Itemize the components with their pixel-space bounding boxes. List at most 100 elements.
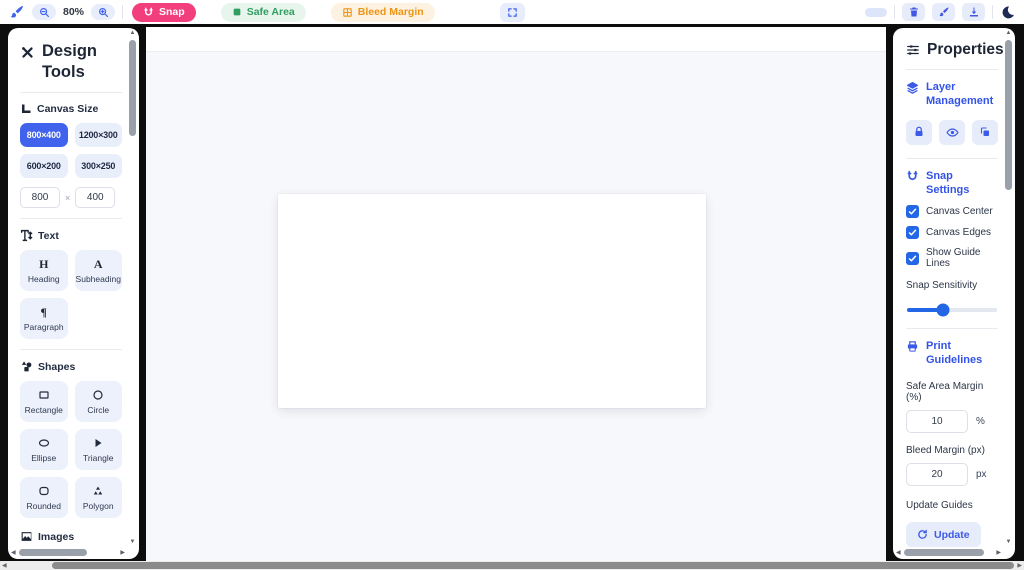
top-toolbar: 80% Snap Safe Area Bleed Margin	[0, 0, 1024, 24]
bleed-margin-label: Bleed Margin (px)	[906, 444, 985, 456]
canvas-height-input[interactable]	[75, 187, 116, 209]
bleed-margin-input[interactable]	[906, 462, 968, 486]
duplicate-button[interactable]	[972, 119, 998, 145]
checkbox-checked[interactable]	[906, 251, 919, 265]
scroll-down-arrow[interactable]: ▼	[1006, 538, 1012, 547]
square-icon	[232, 7, 242, 17]
safe-area-margin-label: Safe Area Margin (%)	[906, 380, 984, 403]
safe-area-button[interactable]: Safe Area	[220, 2, 306, 22]
brush-icon	[938, 6, 950, 18]
triangle-tool[interactable]: Triangle	[74, 429, 122, 471]
paragraph-tool[interactable]: ¶ Paragraph	[20, 298, 68, 340]
dark-mode-toggle[interactable]	[1000, 5, 1015, 20]
bleed-margin-button[interactable]: Bleed Margin	[330, 2, 435, 22]
zoom-level: 80%	[63, 6, 85, 18]
percent-unit: %	[976, 415, 985, 427]
rounded-icon	[38, 485, 50, 497]
bleed-margin-label: Bleed Margin	[357, 6, 424, 18]
panel-title: Properties	[927, 41, 1004, 58]
right-panel-horizontal-scrollbar[interactable]: ◀ ▶	[895, 547, 1002, 558]
update-guides-button[interactable]: Update	[906, 521, 981, 548]
delete-button[interactable]	[902, 3, 925, 21]
custom-size-row: ×	[20, 187, 122, 209]
scroll-right-arrow[interactable]: ▶	[995, 549, 1002, 556]
scrollbar-thumb[interactable]	[1005, 40, 1012, 190]
lock-icon	[913, 126, 925, 138]
magnet-icon	[143, 7, 154, 18]
canvas-center-checkbox-row[interactable]: Canvas Center	[906, 205, 998, 219]
canvas-area	[146, 27, 886, 561]
layers-icon	[906, 81, 919, 94]
rounded-rect-tool[interactable]: Rounded	[20, 477, 68, 519]
rectangle-tool[interactable]: Rectangle	[20, 381, 68, 423]
scroll-up-arrow[interactable]: ▲	[130, 29, 136, 38]
page-horizontal-scrollbar[interactable]: ◀ ▶	[0, 561, 1024, 570]
safe-area-label: Safe Area	[246, 6, 295, 18]
preset-300x250[interactable]: 300×250	[74, 154, 122, 179]
brush-icon	[9, 4, 25, 20]
slider-thumb[interactable]	[936, 303, 950, 317]
print-guidelines-label: Print Guidelines	[906, 339, 998, 368]
preset-800x400[interactable]: 800×400	[20, 123, 68, 148]
scrollbar-thumb[interactable]	[129, 40, 136, 136]
checkbox-checked[interactable]	[906, 226, 919, 240]
scrollbar-thumb[interactable]	[52, 562, 1014, 569]
left-panel-horizontal-scrollbar[interactable]: ◀ ▶	[10, 547, 126, 558]
magnet-icon	[906, 170, 919, 183]
design-canvas[interactable]	[278, 194, 706, 408]
circle-tool[interactable]: Circle	[74, 381, 122, 423]
scroll-left-arrow[interactable]: ◀	[2, 562, 7, 569]
scroll-down-arrow[interactable]: ▼	[130, 538, 136, 547]
fullscreen-button[interactable]	[500, 3, 525, 22]
preset-600x200[interactable]: 600×200	[20, 154, 68, 179]
toolbar-divider	[894, 5, 895, 19]
shape-tiles: Rectangle Circle Ellipse Triangle Rounde…	[20, 381, 122, 519]
heading-glyph: H	[39, 257, 49, 272]
heading-tool[interactable]: H Heading	[20, 250, 68, 292]
safe-area-margin-row: %	[906, 409, 998, 433]
download-button[interactable]	[962, 3, 985, 21]
scrollbar-thumb[interactable]	[903, 549, 984, 556]
toolbar-divider	[122, 5, 124, 19]
scroll-right-arrow[interactable]: ▶	[119, 549, 126, 556]
checkbox-checked[interactable]	[906, 205, 919, 219]
canvas-width-input[interactable]	[20, 187, 60, 209]
panel-title: Design Tools	[42, 42, 98, 81]
moon-icon	[1000, 5, 1015, 20]
ellipse-tool[interactable]: Ellipse	[20, 429, 68, 471]
scrollbar-thumb[interactable]	[18, 549, 87, 556]
mini-toggle[interactable]	[865, 7, 887, 17]
zoom-out-button[interactable]	[32, 4, 56, 20]
scroll-right-arrow[interactable]: ▶	[1017, 562, 1022, 569]
left-panel-vertical-scrollbar[interactable]: ▲ ▼	[127, 29, 138, 547]
right-panel-vertical-scrollbar[interactable]: ▲ ▼	[1003, 29, 1014, 547]
preset-1200x300[interactable]: 1200×300	[74, 123, 122, 148]
circle-icon	[92, 389, 104, 401]
refresh-icon	[917, 529, 928, 540]
safe-area-margin-input[interactable]	[906, 409, 968, 433]
canvas-size-section-label: Canvas Size	[20, 103, 122, 115]
multiply-sign: ×	[65, 192, 71, 203]
snap-sensitivity-label: Snap Sensitivity	[906, 280, 978, 292]
workspace[interactable]	[146, 51, 886, 561]
shapes-section-label: Shapes	[20, 360, 122, 373]
visibility-button[interactable]	[939, 119, 965, 145]
canvas-edges-checkbox-row[interactable]: Canvas Edges	[906, 226, 998, 240]
zoom-in-button[interactable]	[91, 4, 116, 20]
subheading-tool[interactable]: A Subheading	[74, 250, 122, 292]
bleed-margin-row: px	[906, 462, 998, 486]
panel-header: Design Tools	[20, 41, 122, 82]
scroll-left-arrow[interactable]: ◀	[895, 549, 902, 556]
snap-sensitivity-slider[interactable]	[907, 303, 997, 317]
paragraph-glyph: ¶	[40, 305, 47, 320]
lock-button[interactable]	[906, 119, 932, 145]
grid-icon	[342, 7, 353, 18]
app: 80% Snap Safe Area Bleed Margin Design T…	[0, 0, 1024, 570]
polygon-tool[interactable]: Polygon	[74, 477, 122, 519]
scroll-left-arrow[interactable]: ◀	[10, 549, 17, 556]
paint-button[interactable]	[932, 3, 955, 21]
show-guide-lines-checkbox-row[interactable]: Show Guide Lines	[906, 247, 998, 269]
scroll-up-arrow[interactable]: ▲	[1006, 29, 1012, 38]
eye-icon	[945, 126, 959, 139]
snap-toggle-button[interactable]: Snap	[132, 2, 196, 22]
